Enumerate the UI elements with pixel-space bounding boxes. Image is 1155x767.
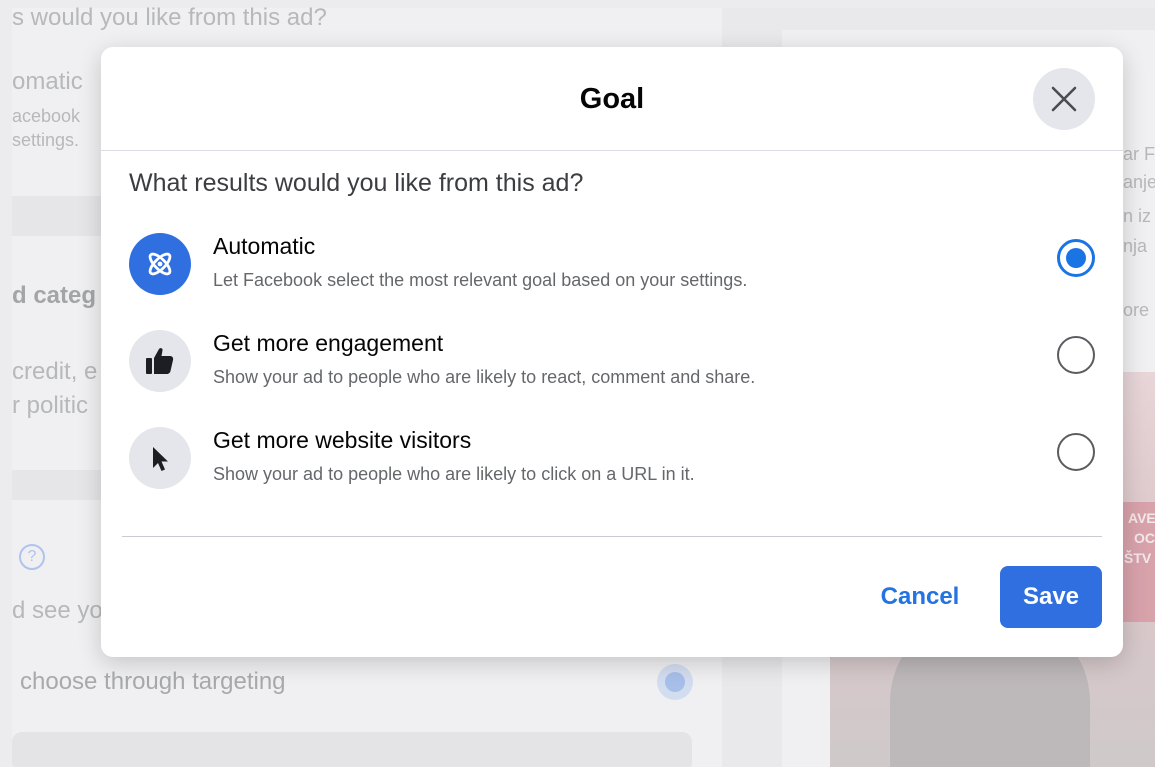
goal-option-engagement[interactable]: Get more engagement Show your ad to peop… — [129, 330, 1095, 414]
goal-option-radio-selected[interactable] — [1057, 239, 1095, 277]
background-banner-text: OC — [1134, 530, 1155, 546]
save-button[interactable]: Save — [1000, 566, 1102, 628]
dialog-footer-divider — [122, 536, 1102, 537]
goal-dialog: Goal What results would you like from th… — [101, 47, 1123, 657]
cancel-button[interactable]: Cancel — [866, 566, 974, 628]
background-banner-text: AVE — [1128, 510, 1155, 526]
background-radio — [657, 664, 693, 700]
dialog-title: Goal — [579, 83, 645, 115]
background-help-icon: ? — [19, 544, 45, 570]
background-text: ore — [1123, 300, 1150, 320]
cursor-pointer-icon — [153, 447, 168, 471]
goal-option-icon — [129, 330, 191, 392]
background-text: settings. — [12, 130, 80, 150]
goal-question: What results would you like from this ad… — [129, 169, 584, 197]
background-banner-text: ŠTV — [1124, 550, 1152, 566]
background-heading: d categ — [12, 282, 97, 309]
goal-option-title: Get more website visitors — [213, 427, 472, 453]
goal-option-radio[interactable] — [1057, 433, 1095, 471]
background-automatic-label: omatic — [12, 68, 83, 95]
background-text: d see yo — [12, 597, 103, 624]
close-button[interactable] — [1033, 68, 1095, 130]
thumbs-up-icon — [146, 348, 174, 374]
background-text: anje — [1123, 172, 1155, 192]
goal-option-automatic[interactable]: Automatic Let Facebook select the most r… — [129, 233, 1095, 317]
goal-option-icon — [129, 427, 191, 489]
goal-option-description: Show your ad to people who are likely to… — [213, 464, 695, 484]
dialog-header: Goal — [101, 47, 1123, 151]
close-x-icon — [1051, 86, 1077, 112]
background-field — [12, 732, 692, 767]
background-text: credit, e — [12, 358, 98, 385]
background-targeting-label: choose through targeting — [20, 668, 286, 695]
goal-option-title: Get more engagement — [213, 330, 444, 356]
background-text: r politic — [12, 392, 89, 419]
background-text: ar F — [1123, 144, 1155, 164]
background-text: n iz — [1123, 206, 1152, 226]
goal-option-description: Let Facebook select the most relevant go… — [213, 270, 748, 290]
atom-icon — [148, 252, 172, 276]
goal-option-radio[interactable] — [1057, 336, 1095, 374]
background-text: nja — [1123, 236, 1148, 256]
background-text: acebook — [12, 106, 81, 126]
goal-option-title: Automatic — [213, 233, 316, 259]
goal-option-icon — [129, 233, 191, 295]
goal-option-description: Show your ad to people who are likely to… — [213, 367, 756, 387]
background-question-text: s would you like from this ad? — [12, 4, 327, 31]
goal-option-website-visitors[interactable]: Get more website visitors Show your ad t… — [129, 427, 1095, 511]
